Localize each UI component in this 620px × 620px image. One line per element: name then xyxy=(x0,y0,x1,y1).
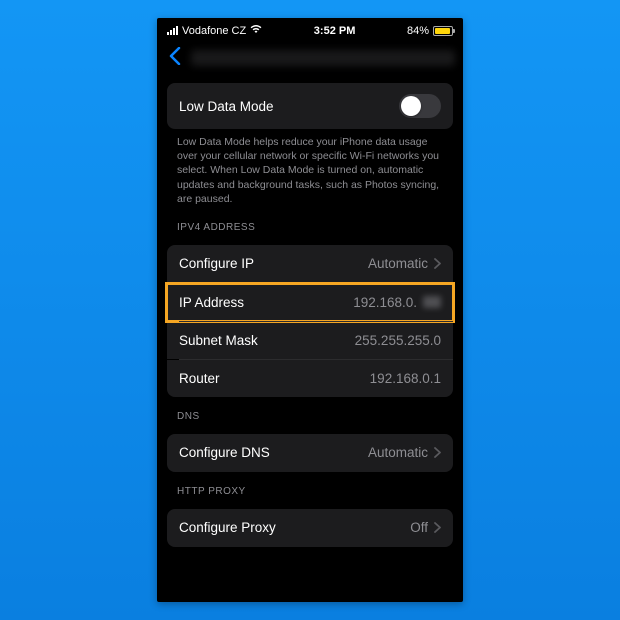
low-data-mode-label: Low Data Mode xyxy=(179,99,274,114)
battery-icon xyxy=(433,26,453,36)
router-label: Router xyxy=(179,371,220,386)
subnet-mask-row: Subnet Mask 255.255.255.0 xyxy=(167,322,453,359)
subnet-mask-label: Subnet Mask xyxy=(179,333,258,348)
back-button[interactable] xyxy=(165,47,185,69)
subnet-mask-value: 255.255.255.0 xyxy=(355,333,441,348)
configure-ip-row[interactable]: Configure IP Automatic xyxy=(167,245,453,283)
status-left: Vodafone CZ xyxy=(167,24,262,37)
configure-proxy-row[interactable]: Configure Proxy Off xyxy=(167,509,453,547)
low-data-mode-description: Low Data Mode helps reduce your iPhone d… xyxy=(167,129,453,208)
battery-percent: 84% xyxy=(407,25,429,37)
ip-address-row: IP Address 192.168.0. xyxy=(167,284,453,321)
settings-scroll[interactable]: Low Data Mode Low Data Mode helps reduce… xyxy=(157,83,463,547)
redacted-icon xyxy=(423,296,441,308)
ip-address-value: 192.168.0. xyxy=(353,295,417,310)
proxy-section-header: HTTP PROXY xyxy=(167,472,453,503)
configure-dns-row[interactable]: Configure DNS Automatic xyxy=(167,434,453,472)
status-time: 3:52 PM xyxy=(314,25,356,37)
chevron-right-icon xyxy=(434,256,441,272)
configure-proxy-value: Off xyxy=(410,520,428,535)
low-data-mode-row[interactable]: Low Data Mode xyxy=(167,83,453,129)
dns-group: Configure DNS Automatic xyxy=(167,434,453,472)
phone-frame: Vodafone CZ 3:52 PM 84% Low Data Mode Lo… xyxy=(157,18,463,602)
router-value: 192.168.0.1 xyxy=(370,371,441,386)
configure-ip-value: Automatic xyxy=(368,256,428,271)
proxy-group: Configure Proxy Off xyxy=(167,509,453,547)
page-title-redacted xyxy=(191,50,455,66)
signal-bars-icon xyxy=(167,26,178,35)
nav-bar xyxy=(157,41,463,77)
configure-dns-label: Configure DNS xyxy=(179,445,270,460)
chevron-right-icon xyxy=(434,520,441,536)
dns-section-header: DNS xyxy=(167,397,453,428)
configure-proxy-label: Configure Proxy xyxy=(179,520,276,535)
router-row: Router 192.168.0.1 xyxy=(167,360,453,397)
toggle-knob-icon xyxy=(401,96,421,116)
status-right: 84% xyxy=(407,25,453,37)
chevron-right-icon xyxy=(434,445,441,461)
wifi-icon xyxy=(250,24,262,37)
carrier-label: Vodafone CZ xyxy=(182,25,246,37)
status-bar: Vodafone CZ 3:52 PM 84% xyxy=(157,18,463,41)
low-data-mode-toggle[interactable] xyxy=(399,94,441,118)
configure-dns-value: Automatic xyxy=(368,445,428,460)
ipv4-section-header: IPV4 ADDRESS xyxy=(167,208,453,239)
ipv4-group: Configure IP Automatic IP Address 192.16… xyxy=(167,245,453,397)
ip-address-label: IP Address xyxy=(179,295,244,310)
configure-ip-label: Configure IP xyxy=(179,256,254,271)
